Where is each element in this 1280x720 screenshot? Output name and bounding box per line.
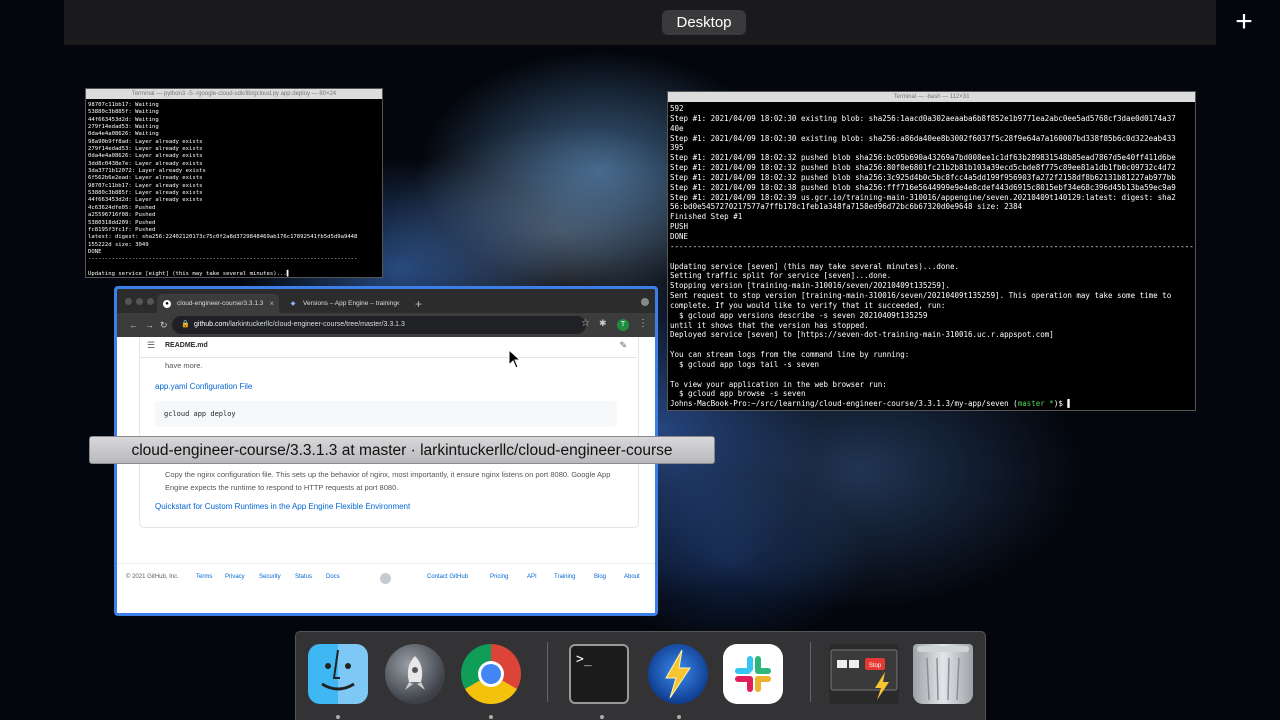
- edit-pencil-icon[interactable]: ✎: [619, 340, 627, 351]
- terminal-output: 592 Step #1: 2021/04/09 18:02:30 existin…: [670, 104, 1194, 409]
- slack-icon[interactable]: [723, 644, 783, 704]
- reload-icon[interactable]: ↻: [160, 318, 168, 332]
- terminal-window-bash[interactable]: Terminal — -bash — 112×31 592 Step #1: 2…: [667, 91, 1196, 411]
- mission-control-spaces-bar: Desktop +: [64, 0, 1253, 45]
- finder-running-indicator: [336, 715, 340, 719]
- browser-menu-dot[interactable]: [641, 298, 649, 306]
- tab-github-repo[interactable]: ● cloud-engineer-course/3.3.1.3 ×: [157, 294, 279, 314]
- close-tab-icon[interactable]: ×: [395, 294, 400, 314]
- footer-link-status[interactable]: Status: [295, 574, 312, 580]
- close-tab-icon[interactable]: ×: [269, 294, 274, 314]
- shell-prompt: Johns-MacBook-Pro:~/src/learning/cloud-e…: [670, 399, 1072, 409]
- github-icon: ●: [163, 300, 171, 308]
- close-window-button[interactable]: [125, 298, 132, 305]
- terminal-window-gcloud-deploy[interactable]: Terminal — python3 -S -/google-cloud-sdk…: [85, 88, 383, 278]
- chrome-running-indicator: [489, 715, 493, 719]
- lock-icon[interactable]: 🔒: [181, 320, 190, 330]
- tab-app-engine-versions[interactable]: ◆ Versions – App Engine – training ×: [283, 294, 405, 314]
- footer-link-training[interactable]: Training: [554, 574, 575, 580]
- footer-link-about[interactable]: About: [624, 574, 640, 580]
- bookmark-star-icon[interactable]: ☆: [581, 318, 590, 329]
- readme-title: README.md: [165, 342, 208, 349]
- reeder-running-indicator: [677, 715, 681, 719]
- add-space-button[interactable]: +: [1232, 7, 1256, 37]
- footer-link-privacy[interactable]: Privacy: [225, 574, 245, 580]
- footer-link-pricing[interactable]: Pricing: [490, 574, 508, 580]
- dock-separator: [547, 642, 548, 702]
- readme-header: ☰ README.md ✎: [139, 337, 637, 358]
- address-bar[interactable]: github.com/larkintuckerllc/cloud-enginee…: [172, 316, 586, 334]
- terminal-title-bar: Terminal — -bash — 112×31: [668, 92, 1195, 102]
- code-block: gcloud app deploy: [155, 401, 617, 427]
- trash-icon[interactable]: [913, 644, 973, 704]
- terminal-output: 98707c11bb17: Waiting 53880c3b885f: Wait…: [88, 102, 358, 277]
- readme-container: [139, 337, 639, 528]
- readme-nginx-text: Copy the nginx configuration file. This …: [165, 470, 611, 492]
- desktop-space-label[interactable]: Desktop: [662, 10, 746, 35]
- finder-icon[interactable]: [308, 644, 368, 704]
- quickstart-link[interactable]: Quickstart for Custom Runtimes in the Ap…: [155, 502, 410, 511]
- navigation-bar: ← → ↻ github.com/larkintuckerllc/cloud-e…: [117, 313, 655, 337]
- readme-text: have more.: [165, 361, 203, 370]
- list-icon[interactable]: ☰: [147, 340, 155, 351]
- recorder-stop-label: Stop: [869, 663, 882, 669]
- chrome-menu-icon[interactable]: ⋮: [638, 318, 648, 329]
- footer-link-terms[interactable]: Terms: [196, 574, 212, 580]
- terminal-title-bar: Terminal — python3 -S -/google-cloud-sdk…: [86, 89, 382, 99]
- app-engine-icon: ◆: [290, 301, 296, 307]
- footer-link-blog[interactable]: Blog: [594, 574, 606, 580]
- minimize-window-button[interactable]: [136, 298, 143, 305]
- chrome-icon[interactable]: [461, 644, 521, 704]
- screen-recorder-icon[interactable]: Stop: [829, 644, 899, 704]
- github-footer: © 2021 GitHub, Inc. Terms Privacy Securi…: [117, 563, 655, 584]
- dock-separator: [810, 642, 811, 702]
- launchpad-icon[interactable]: [385, 644, 445, 704]
- dock: >_ Stop: [295, 631, 986, 720]
- footer-link-contact[interactable]: Contact GitHub: [427, 574, 468, 580]
- window-title-tooltip: cloud-engineer-course/3.3.1.3 at master …: [89, 436, 715, 464]
- github-page-content: ☰ README.md ✎ have more. app.yaml Config…: [117, 337, 655, 613]
- footer-link-security[interactable]: Security: [259, 574, 281, 580]
- github-logo-icon[interactable]: [380, 573, 391, 584]
- profile-avatar[interactable]: T: [617, 319, 629, 331]
- new-tab-button[interactable]: +: [415, 294, 422, 314]
- terminal-running-indicator: [600, 715, 604, 719]
- back-icon[interactable]: ←: [129, 318, 138, 332]
- footer-link-docs[interactable]: Docs: [326, 574, 340, 580]
- terminal-icon[interactable]: >_: [569, 644, 629, 704]
- footer-link-api[interactable]: API: [527, 574, 537, 580]
- zoom-window-button[interactable]: [147, 298, 154, 305]
- forward-icon[interactable]: →: [145, 318, 154, 332]
- footer-copyright: © 2021 GitHub, Inc.: [126, 574, 179, 580]
- mouse-pointer-icon: [508, 349, 522, 369]
- extensions-icon[interactable]: ✱: [599, 318, 607, 329]
- app-yaml-link[interactable]: app.yaml Configuration File: [155, 382, 252, 391]
- browser-toolbar: ● cloud-engineer-course/3.3.1.3 × ◆ Vers…: [117, 289, 655, 337]
- reeder-lightning-icon[interactable]: [648, 644, 708, 704]
